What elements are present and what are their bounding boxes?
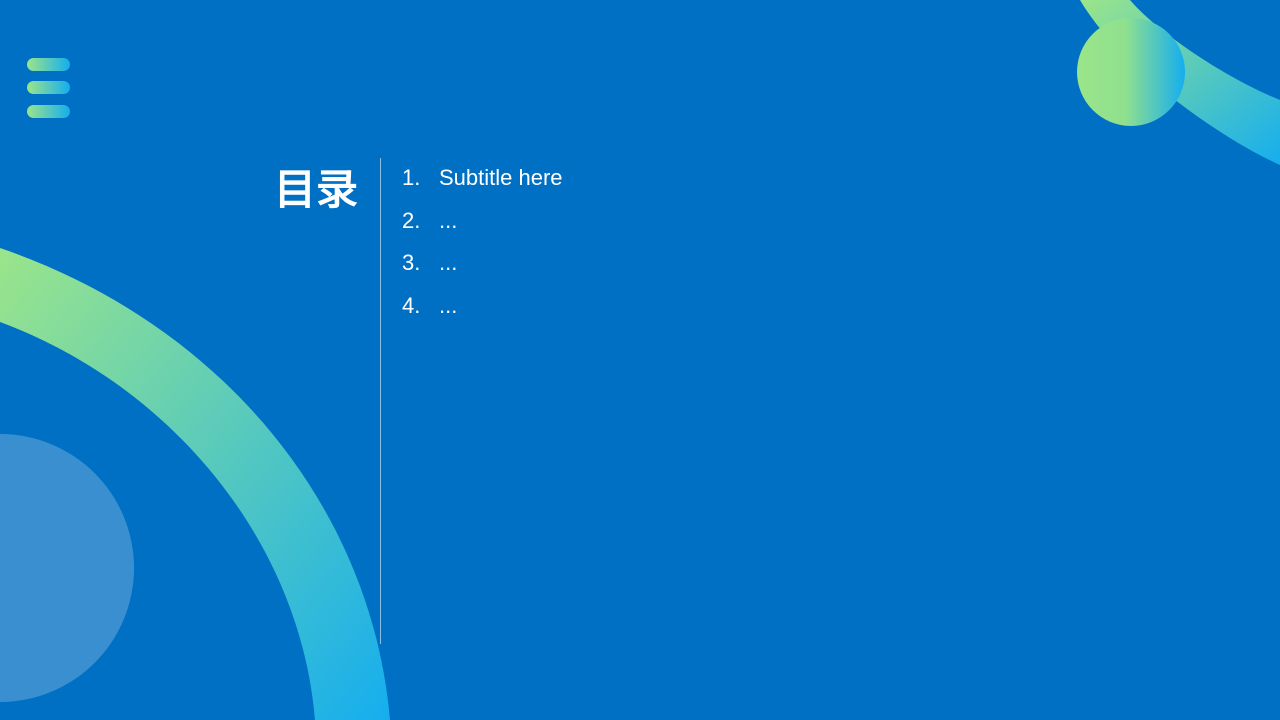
toc-item[interactable]: 3. ...: [402, 245, 563, 288]
toc-item-number: 4.: [402, 292, 421, 318]
top-right-gradient-circle: [1077, 18, 1185, 126]
toc-item-number: 1.: [402, 165, 421, 190]
decorative-background: [0, 0, 1280, 720]
toc-title: 目录: [273, 165, 358, 214]
hamburger-menu-icon[interactable]: [27, 58, 70, 120]
toc-item-text: ...: [439, 207, 458, 233]
toc-item-text: Subtitle here: [439, 165, 563, 190]
left-translucent-circle: [0, 434, 134, 702]
menu-bar-middle: [27, 81, 70, 94]
toc-item[interactable]: 1. Subtitle here: [402, 160, 563, 203]
toc-item[interactable]: 4. ...: [402, 288, 563, 331]
menu-bar-top: [27, 58, 70, 71]
menu-bar-bottom: [27, 105, 70, 118]
toc-item[interactable]: 2. ...: [402, 203, 563, 246]
toc-item-number: 2.: [402, 207, 421, 233]
vertical-divider: [380, 158, 381, 644]
toc-list: 1. Subtitle here 2. ... 3. ... 4. ...: [402, 160, 563, 330]
slide: 目录 1. Subtitle here 2. ... 3. ... 4. ...: [0, 0, 1280, 720]
toc-item-text: ...: [439, 292, 458, 318]
toc-item-number: 3.: [402, 250, 421, 275]
toc-item-text: ...: [439, 250, 458, 275]
